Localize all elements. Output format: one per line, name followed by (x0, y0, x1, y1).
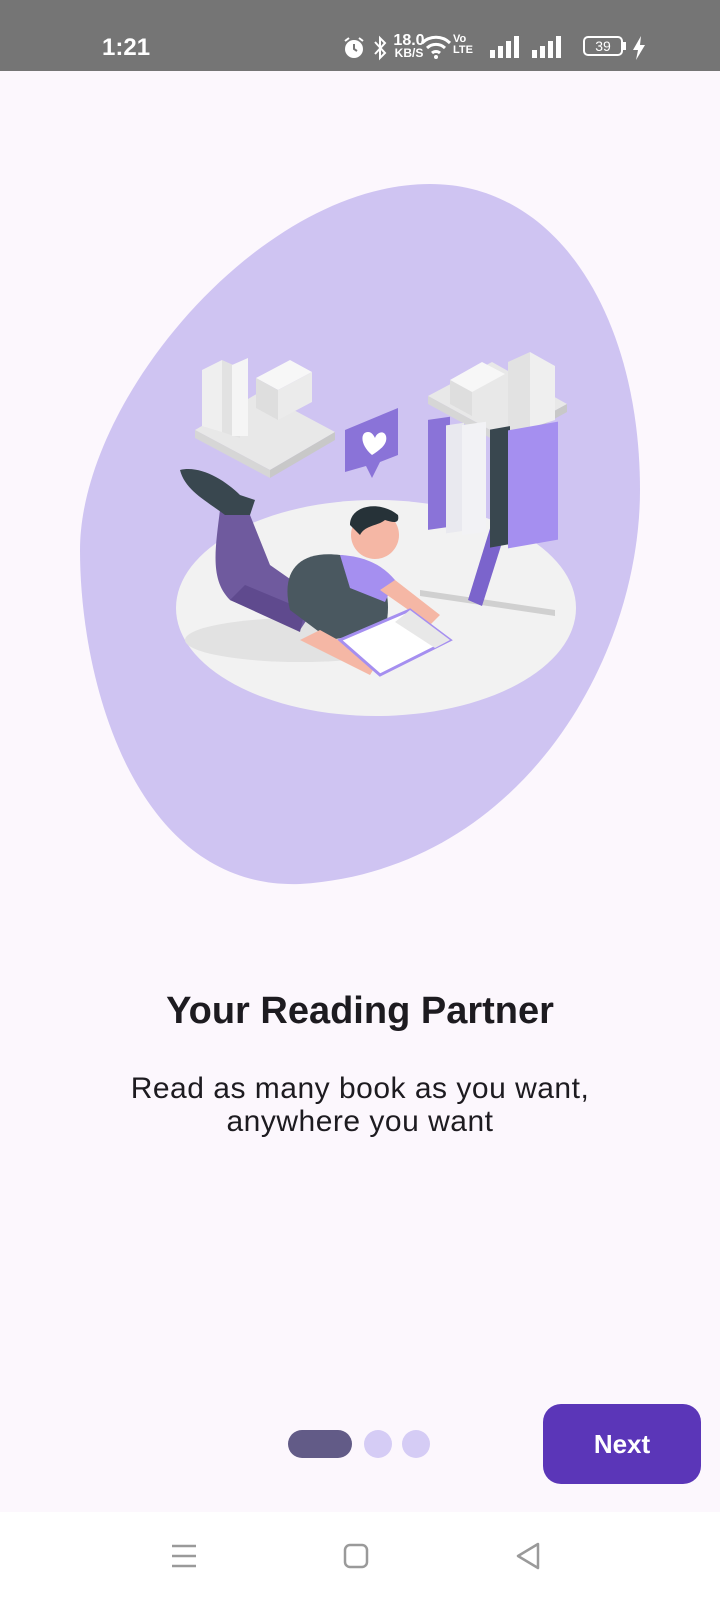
status-icons: 18.0 KB/S Vo LTE 39 (320, 0, 720, 71)
status-bar: 1:21 18.0 KB/S Vo LTE 39 (0, 0, 720, 71)
volte-label: Vo LTE (453, 33, 473, 56)
alarm-icon (344, 37, 364, 58)
page-indicator-dot (364, 1430, 392, 1458)
wifi-icon (420, 35, 452, 59)
battery-icon: 39 (583, 36, 623, 56)
next-button[interactable]: Next (543, 1404, 701, 1484)
navigation-bar (0, 1512, 720, 1600)
battery-tip (623, 42, 626, 50)
status-time: 1:21 (102, 34, 151, 61)
signal-icon (532, 36, 561, 58)
page-indicator-dot (402, 1430, 430, 1458)
page-indicator-dot-active (288, 1430, 352, 1458)
page-title: Your Reading Partner (166, 990, 554, 1032)
bluetooth-icon (374, 35, 387, 61)
charging-icon (633, 36, 645, 60)
page-subtitle: Read as many book as you want, anywhere … (130, 1072, 590, 1138)
back-icon[interactable] (504, 1532, 552, 1580)
menu-icon[interactable] (160, 1532, 208, 1580)
signal-icon (490, 36, 519, 58)
home-icon[interactable] (332, 1532, 380, 1580)
reading-illustration (80, 184, 640, 885)
